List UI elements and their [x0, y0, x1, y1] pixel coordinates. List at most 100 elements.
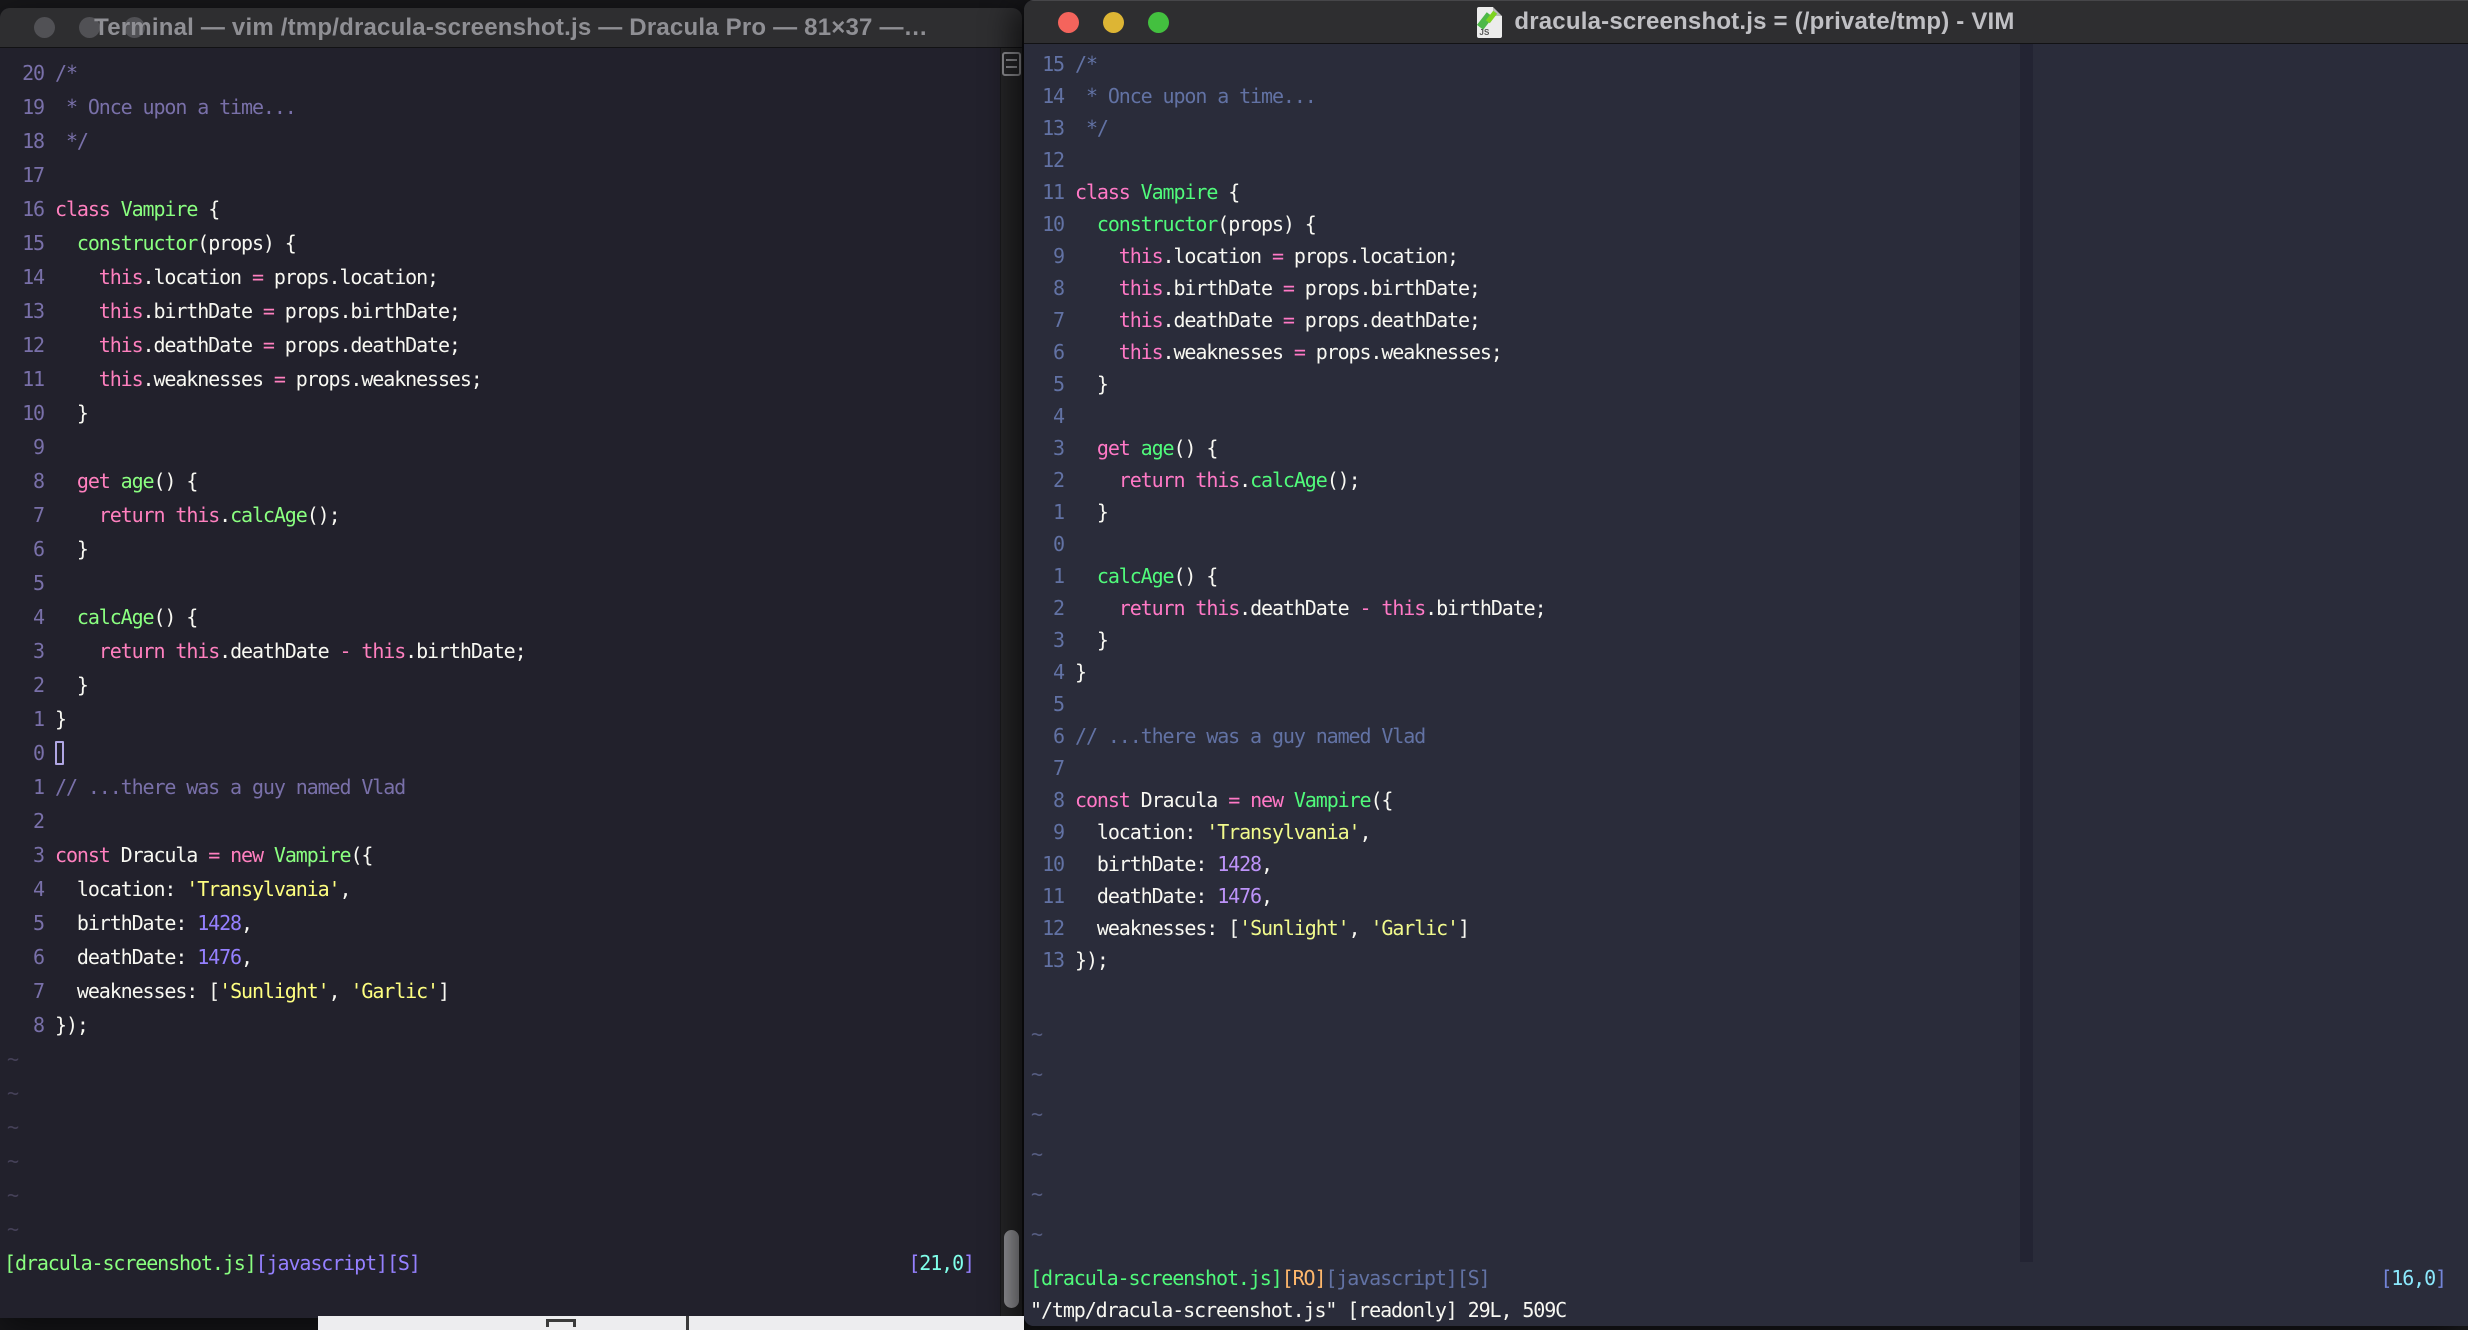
line-number: 3	[33, 639, 45, 663]
code-line: 5 birthDate: 1428,	[0, 906, 1000, 940]
statusline-position-part: 21,0	[919, 1251, 964, 1275]
token: 'Garlic'	[350, 979, 439, 1003]
token: calcAge	[1250, 468, 1328, 492]
line-number: 8	[1053, 788, 1065, 812]
token: ,	[1261, 884, 1273, 908]
token: deathDate:	[1075, 884, 1218, 908]
statusline-segment: [javascript]	[255, 1251, 388, 1275]
window-title: Terminal — vim /tmp/dracula-screenshot.j…	[94, 13, 928, 41]
line-number: 7	[1053, 308, 1065, 332]
token: -	[1359, 596, 1372, 620]
token: (props) {	[197, 231, 297, 255]
code-text: });	[55, 1008, 89, 1042]
code-text: * Once upon a time...	[1075, 80, 1317, 112]
code-text: this.birthDate = props.birthDate;	[1075, 272, 1481, 304]
token: props.location;	[262, 265, 439, 289]
token: ,	[1348, 916, 1371, 940]
code-text: calcAge() {	[55, 600, 198, 634]
token: this	[98, 299, 144, 323]
token: .location	[142, 265, 252, 289]
token: .	[1239, 468, 1251, 492]
macvim-titlebar[interactable]: JS dracula-screenshot.js = (/private/tmp…	[1024, 0, 2468, 44]
code-line: 12 this.deathDate = props.deathDate;	[0, 328, 1000, 362]
code-line: 1 calcAge() {	[1024, 560, 2468, 592]
line-number: 9	[1053, 820, 1065, 844]
statusline-segment: [dracula-screenshot.js]	[1030, 1266, 1283, 1290]
vim-statusline: [dracula-screenshot.js][RO][javascript][…	[1024, 1262, 2468, 1294]
code-line: 6 this.weaknesses = props.weaknesses;	[1024, 336, 2468, 368]
vim-buffer[interactable]: 20/* 19 * Once upon a time... 18 */17 16 cla…	[0, 48, 1000, 1318]
code-line: 6 deathDate: 1476,	[0, 940, 1000, 974]
terminal-titlebar[interactable]: Terminal — vim /tmp/dracula-screenshot.j…	[0, 8, 1022, 48]
js-file-icon: JS	[1477, 6, 1503, 38]
token: }	[55, 707, 67, 731]
statusline-segment: [S]	[386, 1251, 421, 1275]
token: .deathDate	[1239, 596, 1360, 620]
line-number: 15	[22, 231, 45, 255]
code-text	[55, 736, 64, 770]
vim-buffer[interactable]: 15/* 14 * Once upon a time... 13 */12 11 cla…	[1024, 44, 2468, 1326]
code-text: }	[1075, 368, 1109, 400]
token: }	[1075, 372, 1109, 396]
token: // ...there was a guy named Vlad	[55, 775, 406, 799]
token: this	[1381, 596, 1426, 620]
code-line: 1}	[0, 702, 1000, 736]
terminal-window: Terminal — vim /tmp/dracula-screenshot.j…	[0, 8, 1022, 1318]
code-line: 13 */	[1024, 112, 2468, 144]
code-line: 1 // ...there was a guy named Vlad	[0, 770, 1000, 804]
token: =	[1282, 308, 1295, 332]
code-text: location: 'Transylvania',	[55, 872, 352, 906]
line-number: 19	[22, 95, 45, 119]
token: birthDate:	[1075, 852, 1218, 876]
code-text: weaknesses: ['Sunlight', 'Garlic']	[1075, 912, 1470, 944]
token: Dracula	[109, 843, 209, 867]
tilde-row: ~	[7, 1047, 19, 1071]
code-line: 15 /*	[1024, 48, 2468, 80]
vim-statusline: [dracula-screenshot.js][javascript][S] […	[0, 1246, 1000, 1280]
token: .birthDate	[1162, 276, 1283, 300]
scrollbar-thumb[interactable]	[1004, 1230, 1019, 1308]
code-line: 9	[0, 430, 1000, 464]
code-text: location: 'Transylvania',	[1075, 816, 1372, 848]
token: this	[98, 333, 144, 357]
token: =	[251, 265, 264, 289]
code-line: 13 this.birthDate = props.birthDate;	[0, 294, 1000, 328]
code-line: 17	[0, 158, 1000, 192]
token: =	[208, 843, 220, 867]
code-text: birthDate: 1428,	[55, 906, 253, 940]
code-line: 1 }	[1024, 496, 2468, 528]
tilde-row: ~	[1031, 1022, 1043, 1046]
code-line: 20 /*	[0, 56, 1000, 90]
token: ,	[1261, 852, 1273, 876]
token: * Once upon a time...	[1075, 84, 1317, 108]
code-text: return this.calcAge();	[55, 498, 341, 532]
code-text: */	[1075, 112, 1109, 144]
code-text: deathDate: 1476,	[1075, 880, 1273, 912]
token: () {	[153, 469, 199, 493]
split-pane-icon[interactable]	[1002, 52, 1021, 76]
statusline-file-info: [dracula-screenshot.js][javascript][S]	[4, 1246, 421, 1280]
code-text: }	[1075, 496, 1109, 528]
tilde-row: ~	[7, 1217, 19, 1241]
code-text: this.weaknesses = props.weaknesses;	[1075, 336, 1503, 368]
token: this	[361, 639, 406, 663]
code-text: this.weaknesses = props.weaknesses;	[55, 362, 483, 396]
code-text: /*	[1075, 48, 1098, 80]
code-text: }	[55, 532, 89, 566]
tilde-row: ~	[1031, 1142, 1043, 1166]
line-number: 2	[33, 809, 45, 833]
tilde-row: ~	[7, 1115, 19, 1139]
code-line: 0	[0, 736, 1000, 770]
scrollbar[interactable]	[1000, 48, 1022, 1318]
token: ]	[1457, 916, 1470, 940]
line-number: 8	[33, 1013, 45, 1037]
